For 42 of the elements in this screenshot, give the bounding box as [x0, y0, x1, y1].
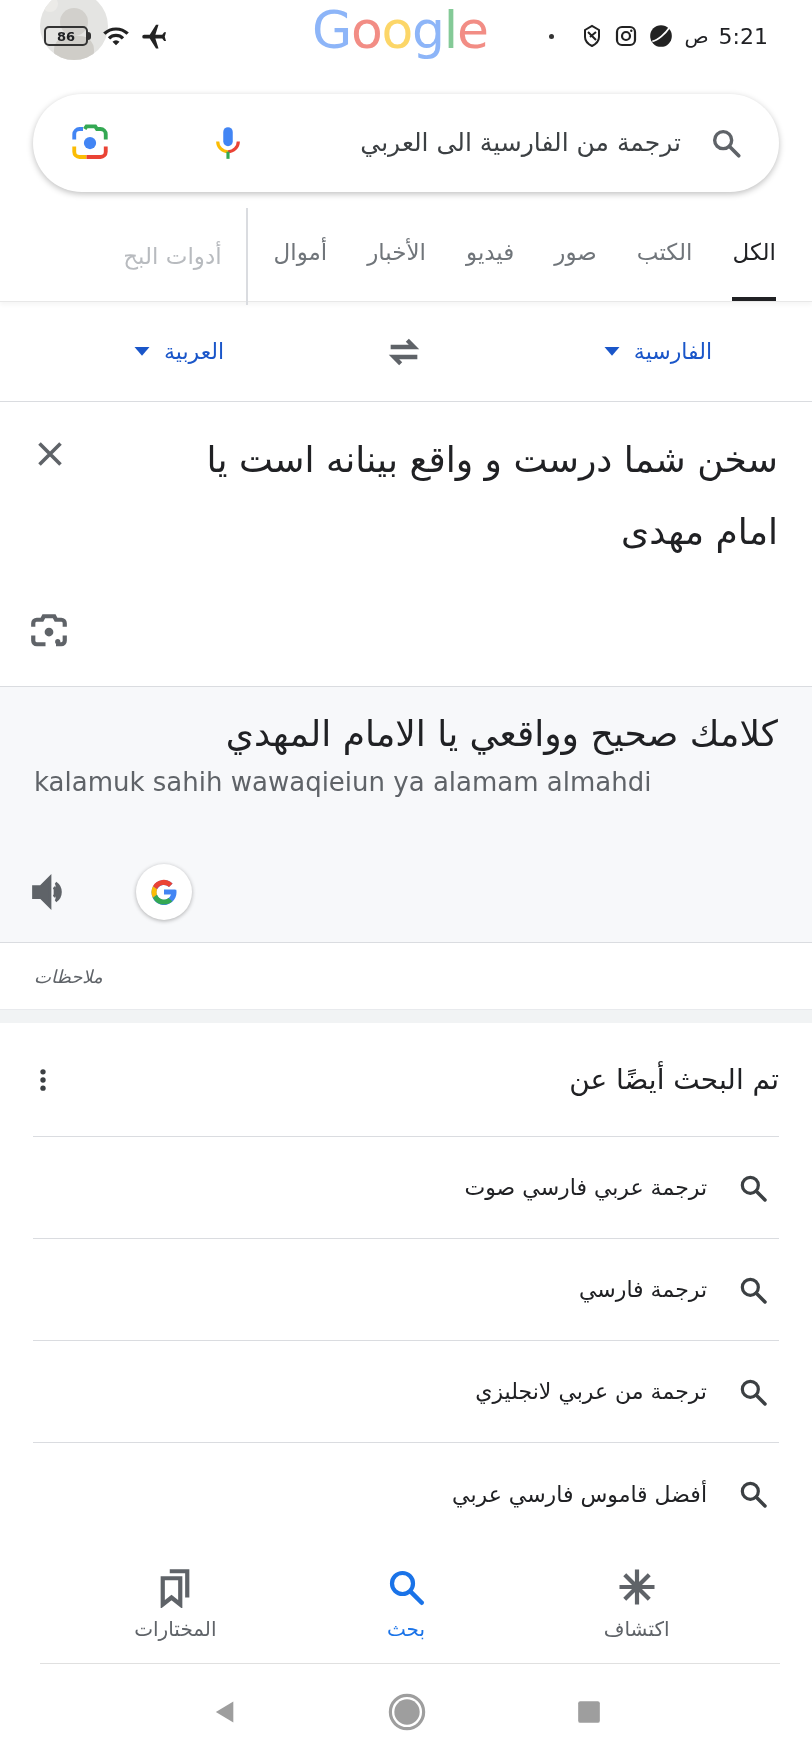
language-label: الفارسية	[633, 338, 712, 366]
clock-time: 5:21	[718, 22, 768, 51]
nav-tab[interactable]: اكتشاف	[561, 1566, 712, 1644]
search-field[interactable]: ترجمة من الفارسية الى العربي	[33, 94, 779, 192]
translation-text: كلامك صحيح وواقعي يا الامام المهدي	[224, 712, 779, 757]
tab[interactable]: فيديو	[466, 212, 515, 301]
language-dropdown[interactable]: الفارسية	[603, 335, 712, 368]
nav-label: بحث	[386, 1616, 426, 1643]
am-pm-label: ص	[684, 23, 709, 50]
related-search-item[interactable]: أفضل قاموس فارسي عربي	[33, 1443, 779, 1545]
caret-icon	[603, 346, 620, 357]
nav-tab[interactable]: بحث	[331, 1566, 481, 1644]
related-search-text: أفضل قاموس فارسي عربي	[452, 1479, 707, 1510]
recents-icon[interactable]	[576, 1699, 602, 1725]
tab[interactable]: الأخبار	[367, 212, 426, 301]
google-button[interactable]	[136, 864, 192, 920]
romanization-text: kalamuk sahih wawaqieiun ya alamam almahdi	[33, 766, 653, 799]
planet-icon	[648, 23, 675, 49]
tab[interactable]: صور	[554, 212, 597, 301]
tab[interactable]: أموال	[273, 212, 328, 301]
related-search-item[interactable]: ترجمة فارسي	[33, 1239, 779, 1341]
caret-icon	[134, 346, 150, 357]
section-title: تم البحث أيضًا عن	[569, 1060, 779, 1098]
related-search-text: ترجمة من عربي لانجليزي	[475, 1378, 707, 1407]
nav-label: المختارات	[134, 1616, 217, 1643]
related-search-text: ترجمة فارسي	[579, 1276, 707, 1305]
g-logo-icon	[149, 877, 179, 907]
related-search-item[interactable]: ترجمة عربي فارسي صوت	[33, 1137, 779, 1239]
related-search-text: ترجمة عربي فارسي صوت	[464, 1174, 707, 1203]
related-search-item[interactable]: ترجمة من عربي لانجليزي	[33, 1341, 779, 1443]
source-text: سخن شما درست و واقع بینانه است یا امام مهدی	[205, 438, 778, 555]
tab[interactable]: الكل	[732, 212, 776, 301]
tab[interactable]: الكتب	[636, 212, 693, 301]
home-icon[interactable]	[388, 1693, 426, 1731]
language-label: العربية	[164, 338, 225, 366]
search-query: ترجمة من الفارسية الى العربي	[359, 127, 681, 160]
battery-icon: 86	[44, 26, 91, 46]
nav-tab[interactable]: المختارات	[100, 1566, 251, 1644]
nav-label: اكتشاف	[603, 1616, 670, 1643]
notes-link[interactable]: ملاحظات	[0, 943, 812, 1009]
camera-icon	[614, 24, 639, 48]
language-dropdown[interactable]: العربية	[134, 335, 225, 368]
